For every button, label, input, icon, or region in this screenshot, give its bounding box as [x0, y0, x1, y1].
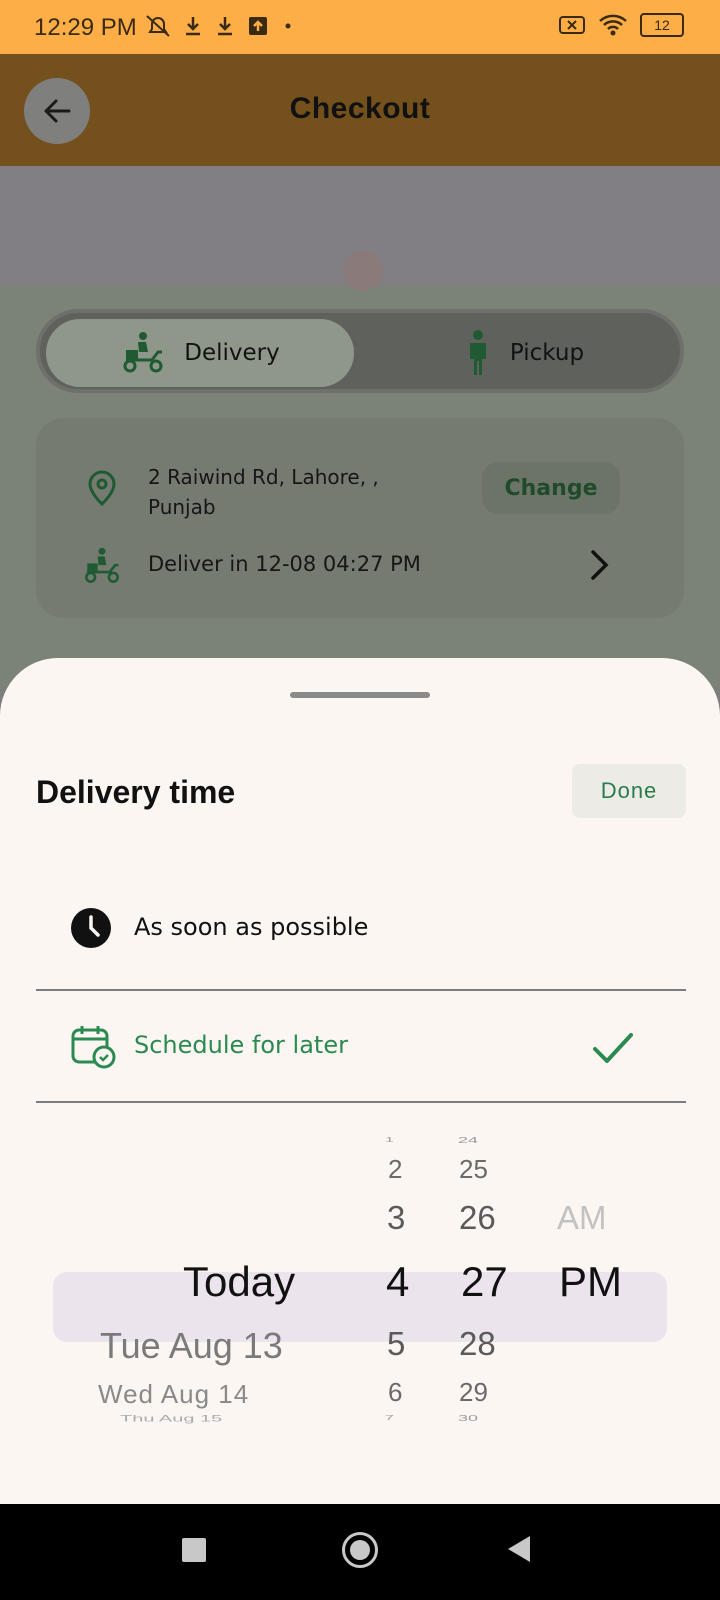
- hour-selected[interactable]: 4: [386, 1258, 409, 1306]
- battery-icon: 12: [640, 13, 684, 37]
- minute-option[interactable]: 24: [458, 1136, 478, 1145]
- schedule-later-label: Schedule for later: [134, 1031, 348, 1059]
- mute-icon: [146, 15, 170, 37]
- address-card: 2 Raiwind Rd, Lahore, , Punjab Change De…: [36, 418, 684, 618]
- checkmark-icon: [593, 1033, 633, 1063]
- person-icon: [469, 330, 486, 375]
- schedule-later-option[interactable]: Schedule for later: [36, 989, 686, 1103]
- download-icon: [218, 17, 232, 36]
- download-icon: [186, 17, 200, 36]
- delivery-tab[interactable]: Delivery: [46, 319, 354, 387]
- status-bar: 12:29 PM 12: [0, 0, 720, 54]
- minute-selected[interactable]: 27: [461, 1258, 508, 1306]
- calendar-clock-icon: [71, 1026, 116, 1069]
- sheet-title: Delivery time: [36, 774, 236, 810]
- back-nav-button[interactable]: [508, 1536, 530, 1562]
- minute-option[interactable]: 28: [459, 1325, 496, 1363]
- hour-option[interactable]: 3: [387, 1199, 405, 1237]
- hour-option[interactable]: 7: [385, 1414, 394, 1422]
- done-button[interactable]: Done: [572, 764, 686, 818]
- upload-icon: [249, 17, 267, 35]
- status-time: 12:29 PM: [34, 14, 137, 41]
- sheet-drag-handle[interactable]: [290, 692, 430, 698]
- hour-option[interactable]: 2: [388, 1154, 402, 1185]
- delivery-tab-label: Delivery: [184, 340, 280, 366]
- address-line-2: Punjab: [148, 495, 216, 519]
- recents-button[interactable]: [182, 1538, 206, 1562]
- delivery-time-text[interactable]: Deliver in 12-08 04:27 PM: [148, 552, 421, 576]
- hour-option[interactable]: 6: [388, 1377, 402, 1408]
- day-option[interactable]: Thu Aug 15: [120, 1414, 222, 1424]
- minute-option[interactable]: 25: [459, 1154, 488, 1185]
- location-pin-icon: [88, 470, 116, 506]
- day-option[interactable]: Tue Aug 13: [100, 1325, 283, 1367]
- hour-option[interactable]: 5: [387, 1325, 405, 1363]
- ampm-option[interactable]: AM: [557, 1199, 607, 1237]
- day-option[interactable]: Wed Aug 14: [98, 1379, 249, 1410]
- scooter-icon: [123, 332, 163, 373]
- hour-option[interactable]: 1: [385, 1136, 394, 1144]
- order-mode-toggle: Delivery Pickup: [36, 309, 684, 393]
- asap-option[interactable]: As soon as possible: [36, 873, 686, 983]
- ampm-selected[interactable]: PM: [559, 1258, 622, 1306]
- pickup-tab[interactable]: Pickup: [370, 319, 678, 387]
- no-sim-icon: [559, 16, 585, 34]
- change-address-button[interactable]: Change: [482, 462, 620, 514]
- asap-label: As soon as possible: [134, 913, 369, 941]
- minute-option[interactable]: 29: [459, 1377, 488, 1408]
- minute-option[interactable]: 30: [458, 1414, 478, 1423]
- pickup-tab-label: Pickup: [509, 340, 585, 366]
- scooter-icon: [85, 547, 119, 583]
- dot-icon: [285, 23, 291, 29]
- address-text: 2 Raiwind Rd, Lahore, , Punjab: [148, 462, 448, 522]
- day-selected[interactable]: Today: [183, 1258, 295, 1306]
- system-nav-bar: [0, 1504, 720, 1600]
- app-header: Checkout: [0, 54, 720, 166]
- page-title: Checkout: [289, 92, 431, 125]
- wifi-icon: [599, 14, 627, 36]
- address-line-1: 2 Raiwind Rd, Lahore, ,: [148, 465, 379, 489]
- minute-option[interactable]: 26: [459, 1199, 496, 1237]
- clock-icon: [71, 908, 111, 948]
- delivery-time-sheet: Delivery time Done As soon as possible S…: [0, 658, 720, 1504]
- logo-icon: [343, 251, 383, 291]
- home-button[interactable]: [342, 1532, 378, 1568]
- chevron-right-icon[interactable]: [588, 548, 612, 582]
